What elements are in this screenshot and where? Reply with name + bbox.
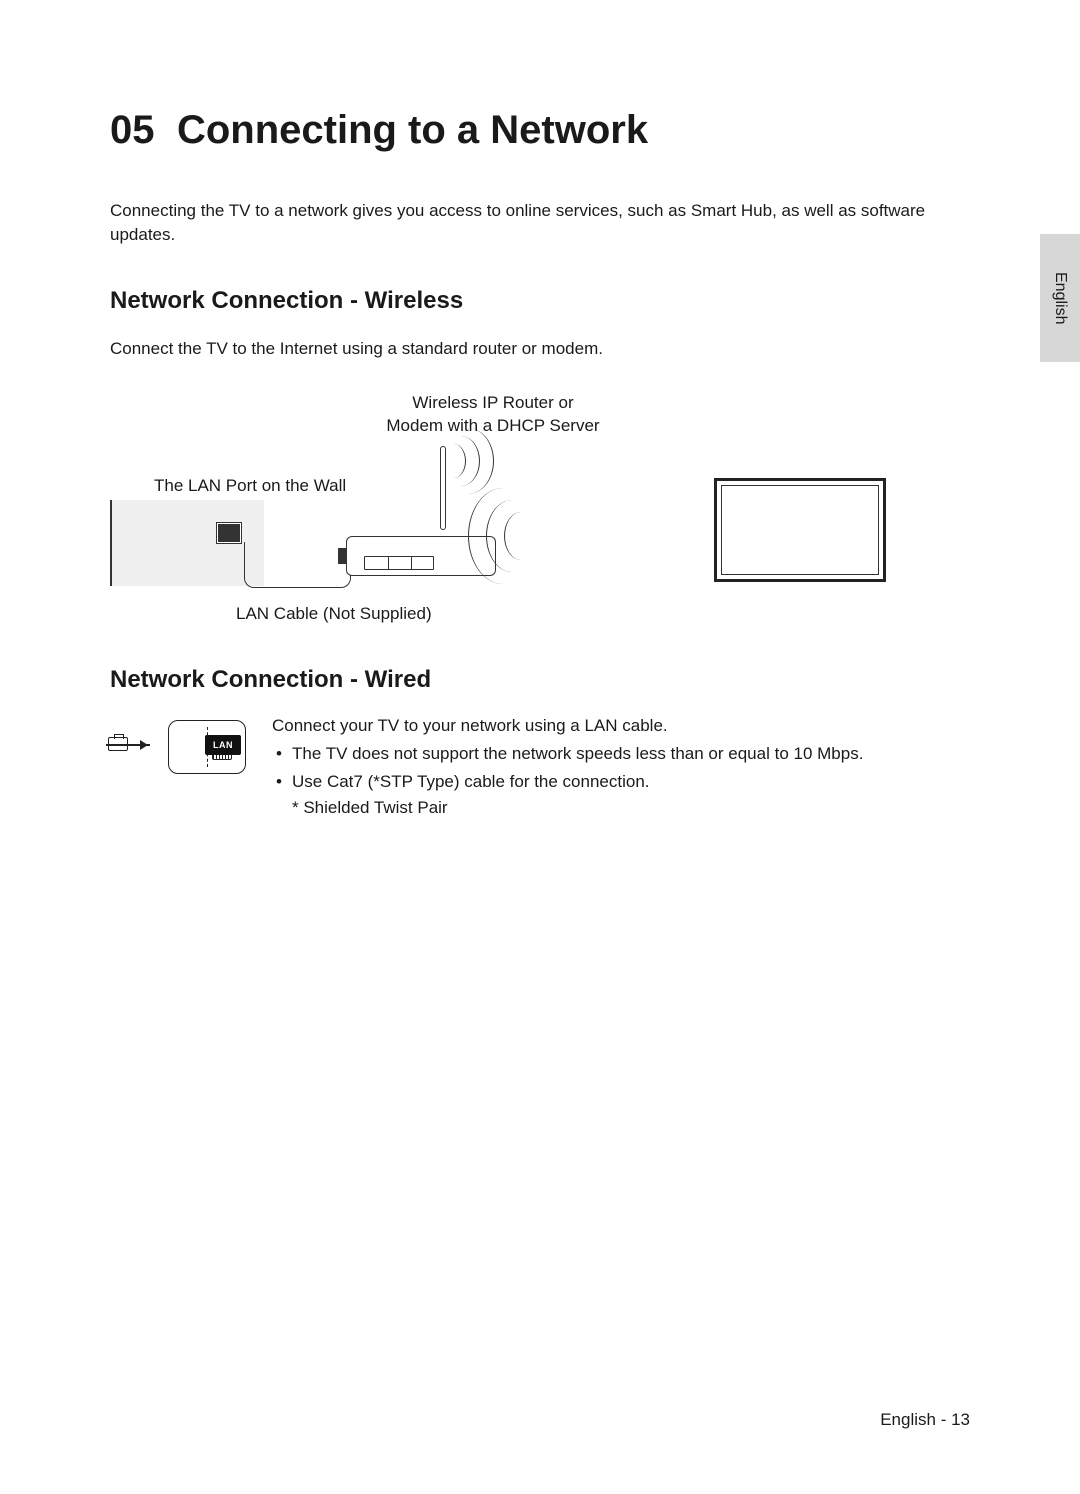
arrow-right-icon bbox=[140, 740, 148, 750]
lan-port-diagram-icon: LAN bbox=[110, 720, 246, 774]
lan-port-label-badge: LAN bbox=[205, 735, 241, 755]
wired-bullet-item: The TV does not support the network spee… bbox=[272, 742, 970, 767]
lan-port-box-icon: LAN bbox=[168, 720, 246, 774]
wired-intro-text: Connect your TV to your network using a … bbox=[272, 716, 970, 736]
wired-footnote: * Shielded Twist Pair bbox=[272, 798, 970, 818]
router-label-line1: Wireless IP Router or bbox=[412, 393, 573, 412]
wired-text-block: Connect your TV to your network using a … bbox=[272, 716, 970, 817]
lan-cable-segment-icon bbox=[244, 542, 294, 588]
section-title: Connecting to a Network bbox=[177, 108, 648, 152]
language-side-tab-label: English bbox=[1051, 272, 1069, 324]
wired-bullet-item: Use Cat7 (*STP Type) cable for the conne… bbox=[272, 770, 970, 795]
page-footer: English - 13 bbox=[880, 1410, 970, 1430]
lan-port-label: LAN bbox=[213, 740, 233, 750]
wired-heading: Network Connection - Wired bbox=[110, 666, 970, 694]
tv-icon bbox=[714, 478, 886, 582]
section-title-row: 05 Connecting to a Network bbox=[110, 108, 970, 153]
language-side-tab: English bbox=[1040, 234, 1080, 362]
wireless-diagram: Wireless IP Router or Modem with a DHCP … bbox=[110, 392, 970, 632]
lan-wall-label: The LAN Port on the Wall bbox=[154, 476, 346, 496]
router-label-line2: Modem with a DHCP Server bbox=[386, 416, 599, 435]
wired-bullet-list: The TV does not support the network spee… bbox=[272, 742, 970, 794]
wired-row: LAN Connect your TV to your network usin… bbox=[110, 716, 970, 817]
wireless-intro-text: Connect the TV to the Internet using a s… bbox=[110, 337, 970, 361]
section-intro-text: Connecting the TV to a network gives you… bbox=[110, 199, 970, 247]
router-ports-icon bbox=[364, 556, 434, 570]
section-number: 05 bbox=[110, 108, 155, 152]
wall-lan-plug-icon bbox=[218, 524, 240, 542]
wireless-heading: Network Connection - Wireless bbox=[110, 287, 970, 315]
lan-cable-label: LAN Cable (Not Supplied) bbox=[236, 604, 432, 624]
router-label: Wireless IP Router or Modem with a DHCP … bbox=[348, 392, 638, 438]
